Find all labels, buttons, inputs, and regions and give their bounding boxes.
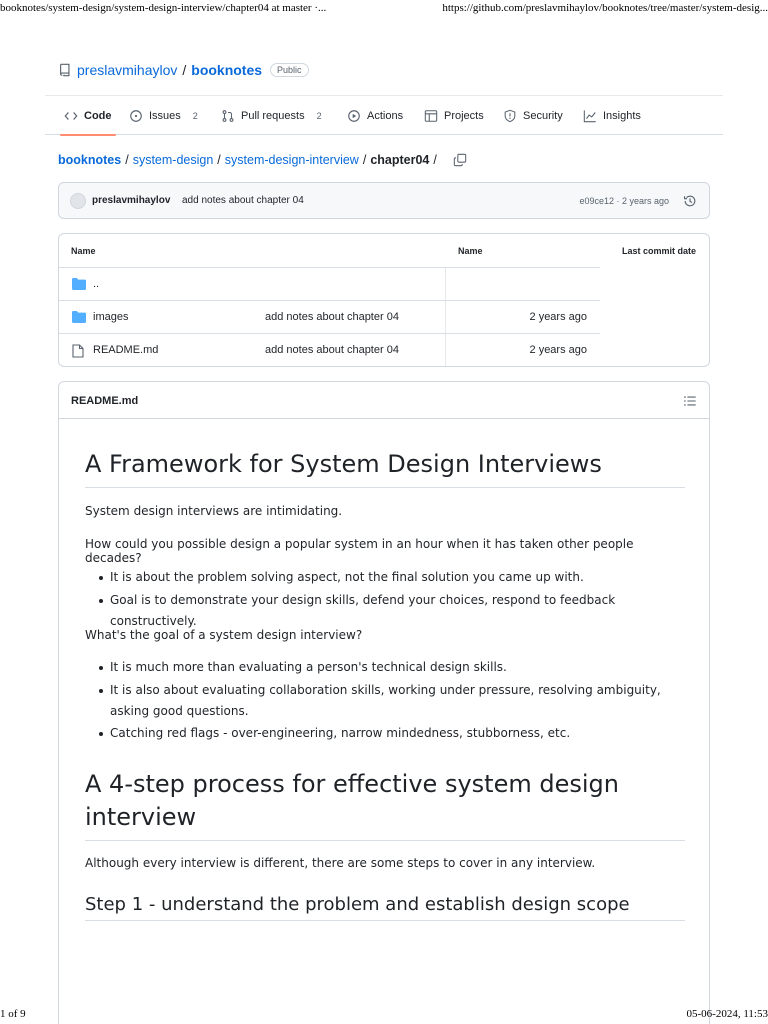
tab-issues[interactable]: Issues 2 xyxy=(129,96,198,135)
paragraph: What's the goal of a system design inter… xyxy=(85,628,363,642)
tab-actions[interactable]: Actions xyxy=(347,96,403,135)
latest-commit-bar: preslavmihaylov add notes about chapter … xyxy=(58,182,710,219)
graph-icon xyxy=(583,109,597,123)
file-commit-message-link[interactable]: add notes about chapter 04 xyxy=(265,344,399,356)
repo-owner-link[interactable]: preslavmihaylov xyxy=(77,62,177,78)
breadcrumb-separator: / xyxy=(433,153,437,167)
print-date: 05-06-2024, 11:53 xyxy=(686,1008,768,1020)
column-header-date: Last commit date xyxy=(621,246,696,256)
column-header-commit: Name xyxy=(458,246,483,256)
breadcrumb: booknotes / system-design / system-desig… xyxy=(58,153,467,167)
tab-actions-label: Actions xyxy=(367,109,404,122)
commit-author-link[interactable]: preslavmihaylov xyxy=(92,195,170,206)
copy-icon[interactable] xyxy=(453,153,467,167)
folder-icon xyxy=(72,278,86,290)
column-divider xyxy=(445,301,446,333)
repo-name-link[interactable]: booknotes xyxy=(191,62,262,78)
tab-code-label: Code xyxy=(84,109,112,122)
paragraph: How could you possible design a popular … xyxy=(85,537,634,565)
parent-directory-link[interactable]: .. xyxy=(93,278,99,290)
tab-insights-label: Insights xyxy=(603,109,641,122)
tab-security[interactable]: Security xyxy=(503,96,563,135)
print-page-url: https://github.com/preslavmihaylov/bookn… xyxy=(442,2,768,14)
commit-message-link[interactable]: add notes about chapter 04 xyxy=(182,195,304,206)
file-icon xyxy=(72,344,86,358)
bullet-list: It is about the problem solving aspect, … xyxy=(85,567,685,632)
list-item: It is also about evaluating collaboratio… xyxy=(85,680,685,722)
file-table: Name Name Last commit date .. images add… xyxy=(58,233,710,367)
column-divider xyxy=(445,268,446,300)
commit-sha-and-age[interactable]: e09ce12 · 2 years ago xyxy=(579,196,669,206)
table-row[interactable]: images add notes about chapter 04 2 year… xyxy=(59,300,600,333)
breadcrumb-root-link[interactable]: booknotes xyxy=(58,153,121,167)
column-header-name: Name xyxy=(71,246,96,256)
heading-process: A 4-step process for effective system de… xyxy=(85,768,685,841)
tab-code[interactable]: Code xyxy=(60,96,115,136)
file-commit-date: 2 years ago xyxy=(529,344,587,356)
file-name-link[interactable]: README.md xyxy=(93,344,158,356)
table-row[interactable]: .. xyxy=(59,267,600,300)
breadcrumb-link-system-design[interactable]: system-design xyxy=(133,153,214,167)
tab-security-label: Security xyxy=(523,109,563,122)
breadcrumb-separator: / xyxy=(362,153,367,167)
readme-title: README.md xyxy=(71,395,139,407)
breadcrumb-link-system-design-interview[interactable]: system-design-interview xyxy=(225,153,359,167)
folder-icon xyxy=(72,311,86,323)
tab-pull-requests-label: Pull requests xyxy=(241,109,305,122)
heading-framework: A Framework for System Design Interviews xyxy=(85,449,685,488)
tab-projects[interactable]: Projects xyxy=(424,96,484,135)
column-divider xyxy=(445,334,446,366)
code-icon xyxy=(64,109,78,123)
history-icon[interactable] xyxy=(683,194,697,208)
list-item: Goal is to demonstrate your design skill… xyxy=(85,590,685,632)
breadcrumb-separator: / xyxy=(217,153,221,167)
shield-icon xyxy=(503,109,517,123)
readme-header: README.md xyxy=(59,382,709,419)
file-table-header: Name Name Last commit date xyxy=(59,234,709,267)
repo-header: preslavmihaylov / booknotes Public xyxy=(58,62,309,78)
avatar[interactable] xyxy=(70,193,86,209)
tab-pull-requests[interactable]: Pull requests 2 xyxy=(221,96,322,135)
print-page-number: 1 of 9 xyxy=(0,1008,26,1020)
list-item: Catching red flags - over-engineering, n… xyxy=(85,723,685,744)
readme-panel: README.md A Framework for System Design … xyxy=(58,381,710,1024)
pull-requests-counter: 2 xyxy=(316,110,322,121)
file-commit-message-link[interactable]: add notes about chapter 04 xyxy=(265,311,399,323)
bullet-list: It is much more than evaluating a person… xyxy=(85,657,685,744)
list-icon[interactable] xyxy=(683,394,697,408)
heading-step-1: Step 1 - understand the problem and esta… xyxy=(85,894,685,921)
paragraph: Although every interview is different, t… xyxy=(85,856,596,870)
play-icon xyxy=(347,109,361,123)
print-page-title: booknotes/system-design/system-design-in… xyxy=(0,2,327,14)
table-row[interactable]: README.md add notes about chapter 04 2 y… xyxy=(59,333,600,366)
breadcrumb-current: chapter04 xyxy=(370,153,430,167)
tab-projects-label: Projects xyxy=(444,109,484,122)
print-header: booknotes/system-design/system-design-in… xyxy=(0,0,768,18)
list-item: It is much more than evaluating a person… xyxy=(85,657,685,678)
file-name-link[interactable]: images xyxy=(93,311,128,323)
repo-separator: / xyxy=(182,62,187,78)
visibility-badge: Public xyxy=(270,63,309,77)
tab-issues-label: Issues xyxy=(149,109,181,122)
tab-insights[interactable]: Insights xyxy=(583,96,641,135)
paragraph: System design interviews are intimidatin… xyxy=(85,504,343,518)
file-commit-date: 2 years ago xyxy=(529,311,587,323)
repo-icon xyxy=(58,63,72,77)
breadcrumb-separator: / xyxy=(125,153,129,167)
table-icon xyxy=(424,109,438,123)
repo-nav: Code Issues 2 Pull requests 2 Actions Pr… xyxy=(45,95,723,136)
list-item: It is about the problem solving aspect, … xyxy=(85,567,685,588)
print-footer: 1 of 9 05-06-2024, 11:53 xyxy=(0,1008,768,1024)
issues-counter: 2 xyxy=(192,110,198,121)
pull-request-icon xyxy=(221,109,235,123)
issue-icon xyxy=(129,109,143,123)
